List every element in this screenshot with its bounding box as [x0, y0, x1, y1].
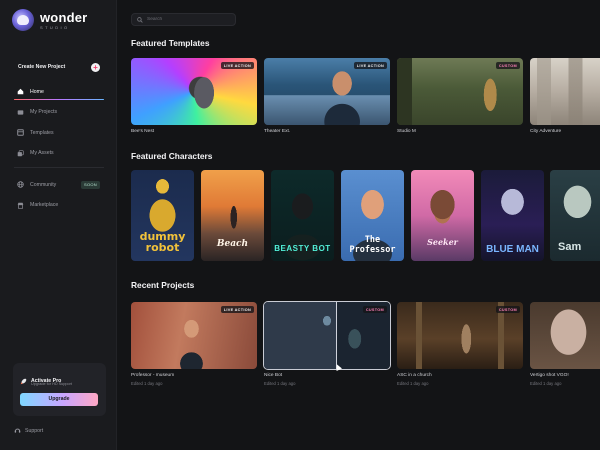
character-card[interactable]: Beach: [201, 170, 264, 261]
character-title: The Professor: [349, 235, 396, 255]
character-card[interactable]: Seeker: [411, 170, 474, 261]
support-link[interactable]: Support: [14, 427, 43, 434]
project-name: ASC in a church: [397, 373, 432, 378]
sidebar-item-my-projects[interactable]: My Projects: [14, 106, 104, 119]
project-name: Nice Bot: [264, 373, 283, 378]
templates-icon: [17, 129, 24, 136]
sidebar-item-label: My Assets: [30, 150, 54, 156]
project-edited: Edited 1 day ago: [131, 381, 163, 386]
app-logo[interactable]: wonder STUDIO: [12, 9, 87, 31]
character-card[interactable]: The Professor: [341, 170, 404, 261]
tag-badge: LIVE ACTION: [220, 306, 254, 313]
search-icon: [137, 16, 143, 23]
create-new-project-label: Create New Project: [18, 64, 66, 70]
pro-subtitle: Upgrade for HD Support: [31, 382, 72, 386]
projects-icon: [17, 109, 24, 116]
character-title: Seeker: [427, 237, 458, 247]
project-name: Professor - museum: [131, 373, 175, 378]
character-title: Beach: [216, 239, 249, 249]
sidebar-item-my-assets[interactable]: My Assets: [14, 147, 104, 160]
project-edited: Edited 1 day ago: [264, 381, 296, 386]
character-card[interactable]: Sam: [550, 170, 600, 261]
tag-badge: CUSTOM: [495, 62, 520, 69]
character-title: Sam: [558, 241, 582, 253]
logo-word: wonder: [40, 9, 88, 25]
search-bar[interactable]: [131, 13, 236, 26]
sidebar-item-marketplace[interactable]: Marketplace: [14, 199, 104, 212]
sidebar-item-home[interactable]: Home: [14, 85, 104, 100]
activate-pro-card: Activate Pro Upgrade for HD Support Upgr…: [13, 363, 106, 416]
tag-badge: CUSTOM: [495, 306, 520, 313]
character-title: BEASTY BOT: [274, 244, 331, 253]
tag-badge: CUSTOM: [362, 306, 387, 313]
featured-characters-title: Featured Characters: [131, 151, 213, 161]
project-card[interactable]: LIVE ACTION: [131, 302, 257, 369]
template-name: City Adventure: [530, 129, 562, 134]
sidebar-divider: [14, 167, 104, 168]
rocket-icon: [20, 372, 27, 390]
template-name: Studio M: [397, 129, 416, 134]
logo-mark-icon: [12, 9, 34, 31]
tag-badge: LIVE ACTION: [353, 62, 387, 69]
sidebar-item-label: Home: [30, 88, 44, 95]
project-card-selected[interactable]: CUSTOM: [263, 301, 391, 370]
support-label: Support: [25, 427, 44, 434]
character-title: dummy robot: [139, 230, 186, 254]
sidebar-nav: Home My Projects Templates My Assets Com…: [14, 85, 104, 219]
sidebar-item-community[interactable]: Community SOON: [14, 178, 104, 191]
sidebar-item-templates[interactable]: Templates: [14, 126, 104, 139]
character-card[interactable]: BLUE MAN: [481, 170, 544, 261]
template-name: Bee's Nest: [131, 129, 155, 134]
sidebar: wonder STUDIO Create New Project + Home …: [0, 0, 117, 450]
headset-icon: [14, 428, 21, 433]
character-card[interactable]: dummy robot: [131, 170, 194, 261]
search-input[interactable]: [147, 17, 227, 22]
plus-icon[interactable]: +: [91, 62, 100, 72]
globe-icon: [17, 181, 24, 188]
project-name: Vertigo shot VGO!: [530, 373, 569, 378]
create-new-project[interactable]: Create New Project +: [18, 61, 100, 73]
project-card[interactable]: CUSTOM: [397, 302, 523, 369]
sidebar-item-label: Templates: [30, 129, 54, 136]
character-card[interactable]: BEASTY BOT: [271, 170, 334, 261]
template-card[interactable]: [530, 58, 600, 125]
sidebar-item-label: Marketplace: [30, 202, 59, 208]
featured-templates-title: Featured Templates: [131, 38, 210, 48]
upgrade-button[interactable]: Upgrade: [20, 393, 98, 406]
template-card[interactable]: CUSTOM: [397, 58, 523, 125]
logo-subtitle: STUDIO: [40, 24, 70, 30]
character-title: BLUE MAN: [486, 244, 539, 255]
home-icon: [17, 88, 24, 95]
template-card[interactable]: LIVE ACTION: [264, 58, 390, 125]
sidebar-item-label: My Projects: [30, 109, 58, 115]
soon-badge: SOON: [81, 180, 100, 189]
assets-icon: [17, 149, 24, 157]
store-icon: [17, 202, 24, 209]
tag-badge: LIVE ACTION: [220, 62, 254, 69]
sidebar-item-label: Community: [30, 181, 57, 188]
project-edited: Edited 1 day ago: [530, 381, 562, 386]
project-edited: Edited 1 day ago: [397, 381, 429, 386]
template-card[interactable]: LIVE ACTION: [131, 58, 257, 125]
project-card[interactable]: [530, 302, 600, 369]
template-name: Theater Ext.: [264, 129, 291, 134]
recent-projects-title: Recent Projects: [131, 280, 195, 290]
